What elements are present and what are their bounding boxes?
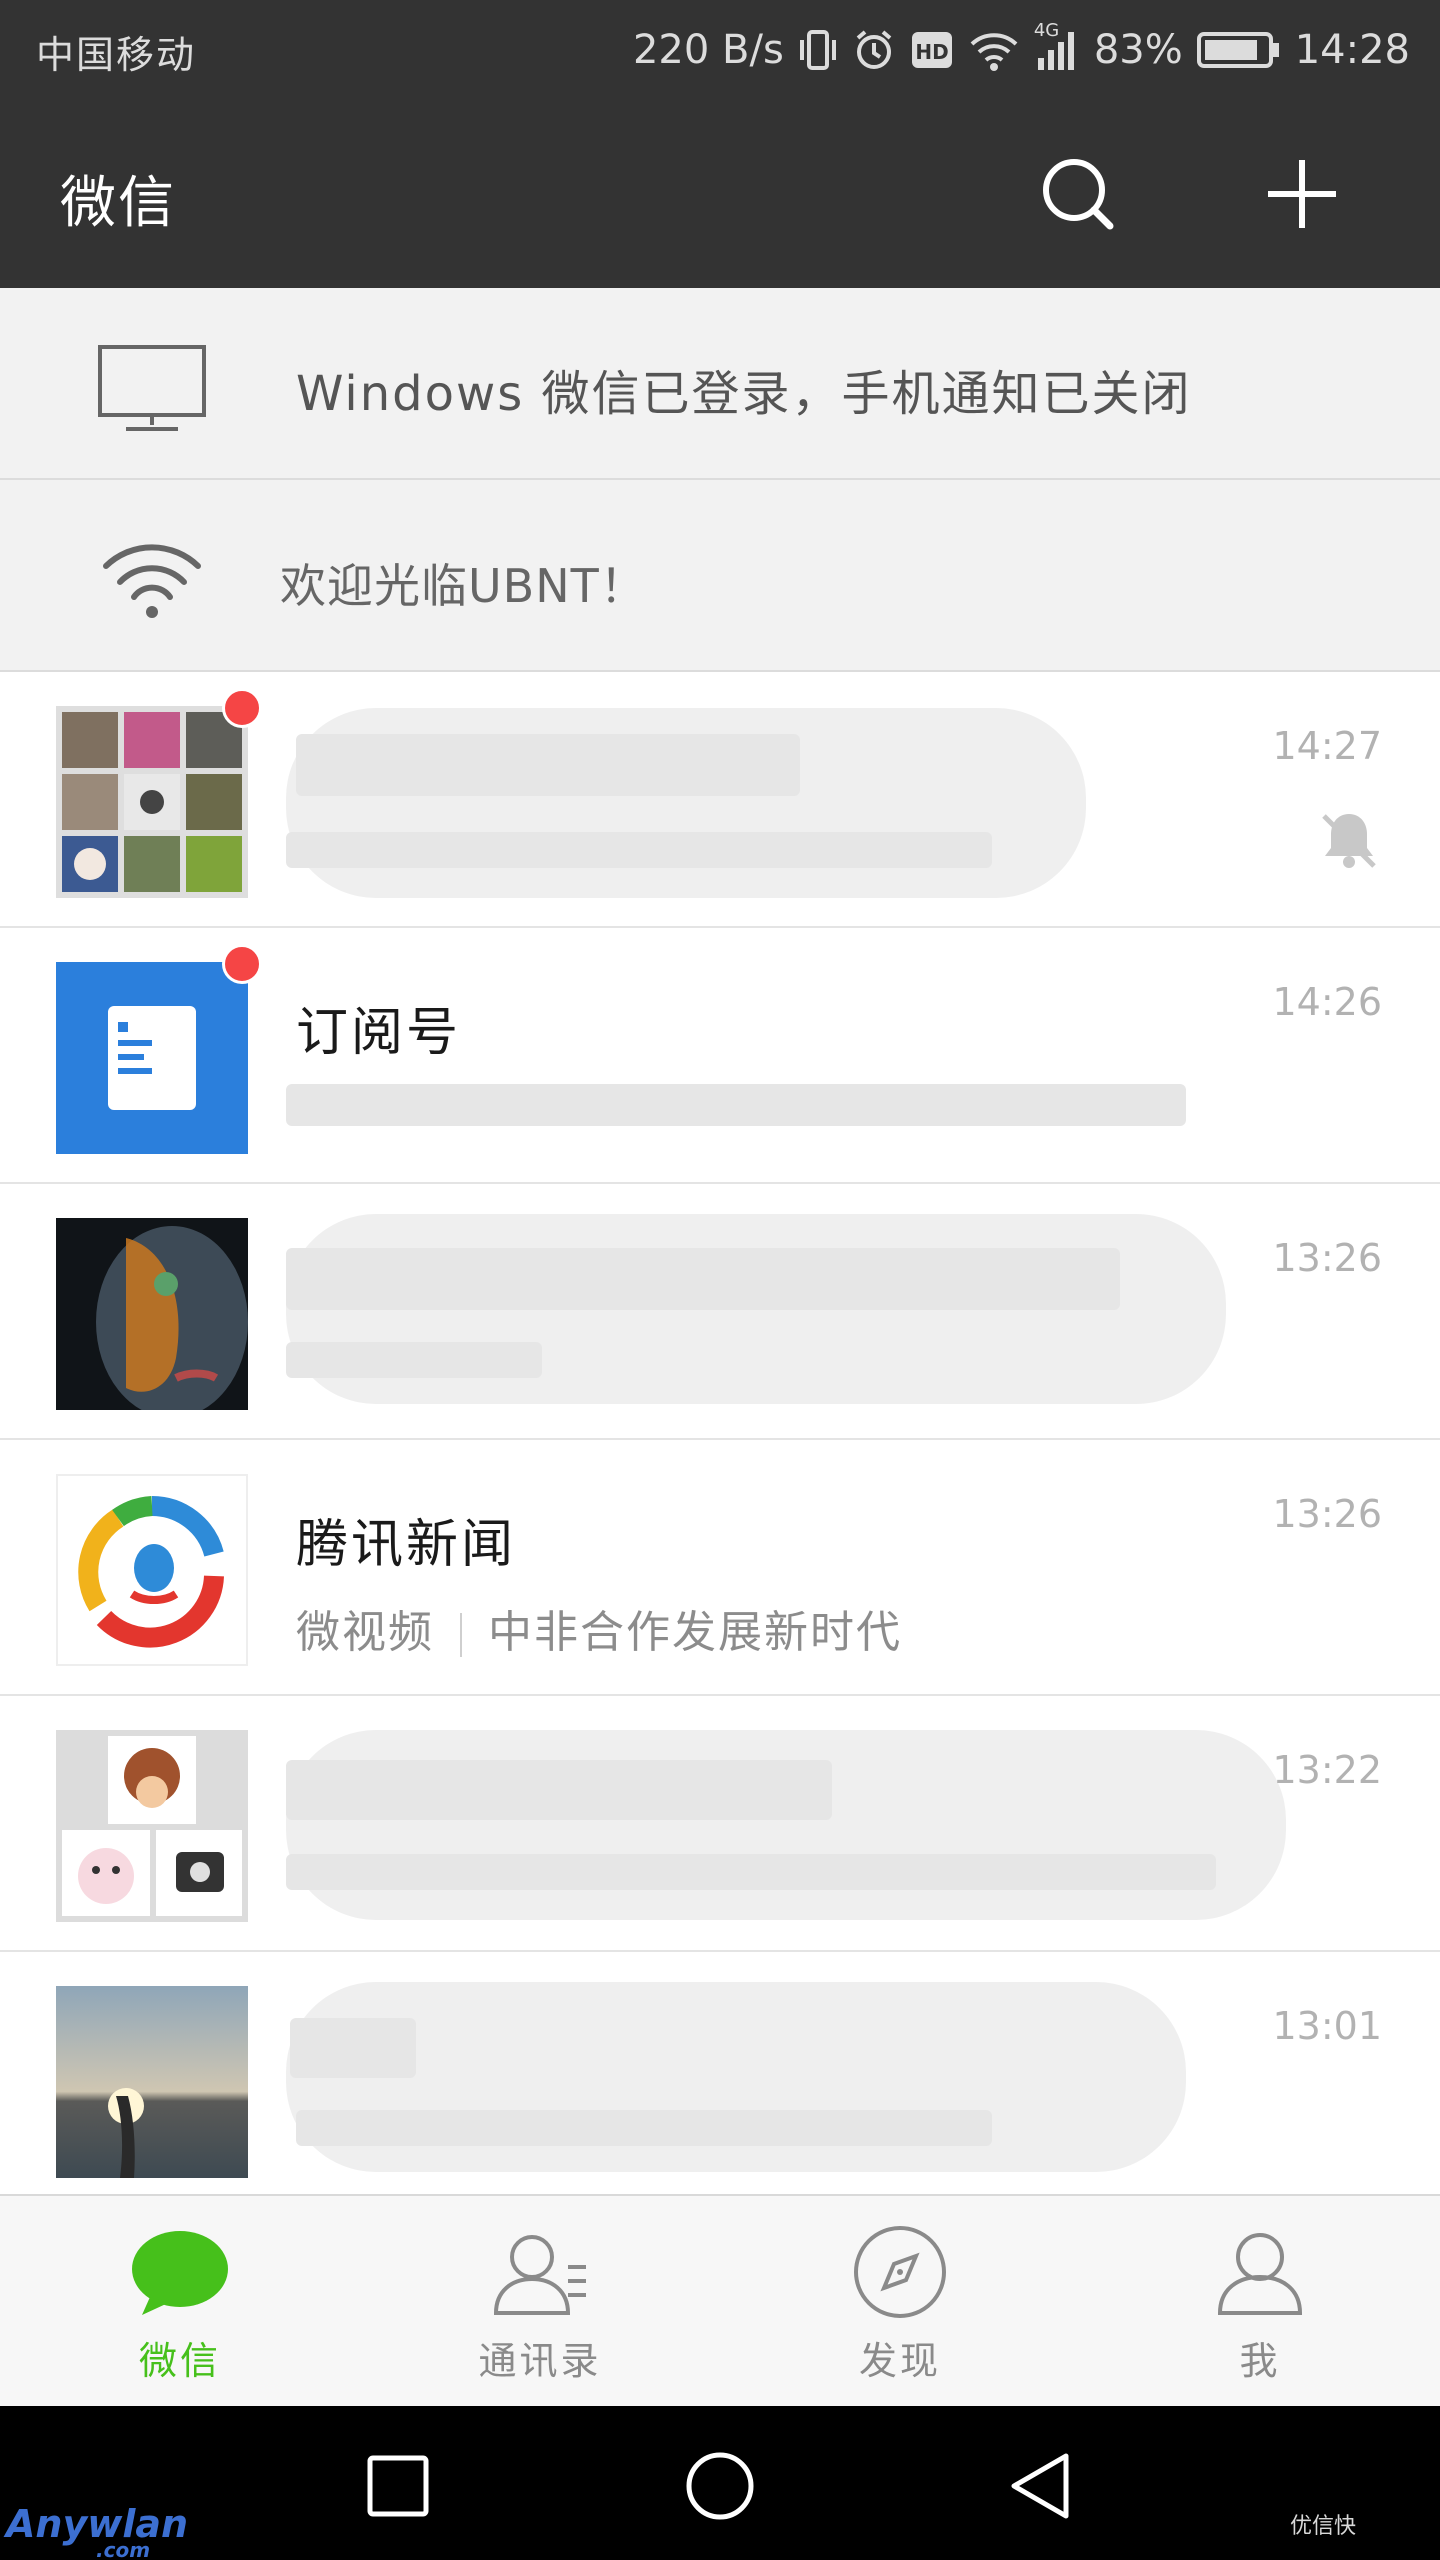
chat-name: 订阅号: [296, 1003, 462, 1063]
chat-time: 13:01: [1272, 2004, 1382, 2048]
recents-button[interactable]: [348, 2436, 448, 2536]
chat-time: 14:27: [1272, 724, 1382, 768]
tab-me[interactable]: 我: [1080, 2196, 1440, 2408]
back-triangle-icon: [1011, 2453, 1069, 2519]
status-bar: 中国移动 220 B/s HD 4G 83% 14:28: [0, 0, 1440, 100]
top-bar: 微信: [0, 100, 1440, 288]
chat-row-1[interactable]: 14:27: [0, 672, 1440, 928]
chat-time: 14:26: [1272, 980, 1382, 1024]
net-speed: 220 B/s: [632, 27, 784, 73]
tab-bar: 微信 通讯录 发现 我: [0, 2194, 1440, 2406]
blurred-name: [290, 2018, 416, 2078]
person-icon: [1210, 2222, 1310, 2322]
mute-icon: [1318, 808, 1380, 876]
chat-row-3[interactable]: 13:26: [0, 1184, 1440, 1440]
watermark-left: Anywlan .com: [6, 2502, 189, 2560]
pc-login-banner[interactable]: Windows 微信已登录，手机通知已关闭: [0, 288, 1440, 480]
preview-divider: [460, 1613, 462, 1657]
chat-preview: 微视频 中非合作发展新时代: [296, 1596, 902, 1660]
tab-label: 发现: [858, 2339, 941, 2383]
wifi-status-icon: [968, 28, 1020, 72]
wifi-icon: [90, 530, 214, 630]
chat-row-5[interactable]: 13:22: [0, 1696, 1440, 1952]
blurred-name: [286, 1248, 1120, 1310]
home-button[interactable]: [670, 2436, 770, 2536]
circle-icon: [686, 2452, 754, 2520]
blurred-message: [296, 2110, 992, 2146]
group-avatar: [56, 1730, 248, 1922]
blurred-name: [296, 734, 800, 796]
alarm-icon: [852, 28, 896, 72]
battery-percent: 83%: [1093, 27, 1183, 73]
monitor-icon: [90, 338, 214, 438]
compass-icon: [850, 2222, 950, 2322]
watermark-right: 优信快: [1290, 2514, 1357, 2539]
tab-chats[interactable]: 微信: [0, 2196, 360, 2408]
battery-icon: [1196, 30, 1281, 70]
chat-time: 13:26: [1272, 1492, 1382, 1536]
signal-icon: 4G: [1034, 20, 1080, 72]
back-button[interactable]: [990, 2436, 1090, 2536]
blurred-message: [286, 1342, 542, 1378]
contact-avatar: [56, 1218, 248, 1410]
hd-icon: HD: [910, 30, 954, 70]
chat-time: 13:26: [1272, 1236, 1382, 1280]
contact-avatar: [56, 1986, 248, 2178]
wifi-text: 欢迎光临UBNT！: [280, 559, 647, 613]
tencent-news-avatar: [56, 1474, 248, 1666]
unread-badge: [222, 944, 262, 984]
blurred-message: [286, 1084, 1186, 1126]
blurred-message: [286, 832, 992, 868]
preview-text: 中非合作发展新时代: [488, 1607, 902, 1658]
chat-name: 腾讯新闻: [296, 1515, 517, 1575]
blurred-name: [286, 1760, 832, 1820]
subscription-avatar: [56, 962, 248, 1154]
blurred-area: [286, 1730, 1286, 1920]
chat-time: 13:22: [1272, 1748, 1382, 1792]
tab-label: 微信: [138, 2339, 221, 2383]
system-nav-bar: Anywlan .com 优信快: [0, 2406, 1440, 2560]
blurred-message: [286, 1854, 1216, 1890]
unread-badge: [222, 688, 262, 728]
preview-tag: 微视频: [296, 1607, 434, 1658]
square-icon: [367, 2455, 429, 2517]
tab-label: 我: [1239, 2339, 1281, 2383]
tab-contacts[interactable]: 通讯录: [360, 2196, 720, 2408]
group-avatar: [56, 706, 248, 898]
clock: 14:28: [1294, 27, 1410, 73]
tab-discover[interactable]: 发现: [720, 2196, 1080, 2408]
chat-bubble-icon: [130, 2222, 230, 2322]
app-title: 微信: [60, 171, 176, 236]
chat-row-2[interactable]: 订阅号 14:26: [0, 928, 1440, 1184]
wifi-banner[interactable]: 欢迎光临UBNT！: [0, 480, 1440, 672]
status-icons: 220 B/s HD 4G 83% 14:28: [632, 20, 1410, 78]
tab-label: 通讯录: [478, 2339, 602, 2383]
vibrate-icon: [798, 28, 838, 72]
svg-text:HD: HD: [915, 40, 948, 64]
add-button[interactable]: [1254, 146, 1350, 242]
plus-icon: [1268, 160, 1336, 228]
search-icon: [1043, 159, 1114, 230]
chat-row-6[interactable]: 13:01: [0, 1952, 1440, 2208]
pc-login-text: Windows 微信已登录，手机通知已关闭: [296, 366, 1192, 422]
carrier-label: 中国移动: [36, 33, 197, 77]
search-button[interactable]: [1030, 146, 1126, 242]
contacts-icon: [490, 2222, 590, 2322]
chat-row-4[interactable]: 腾讯新闻 微视频 中非合作发展新时代 13:26: [0, 1440, 1440, 1696]
